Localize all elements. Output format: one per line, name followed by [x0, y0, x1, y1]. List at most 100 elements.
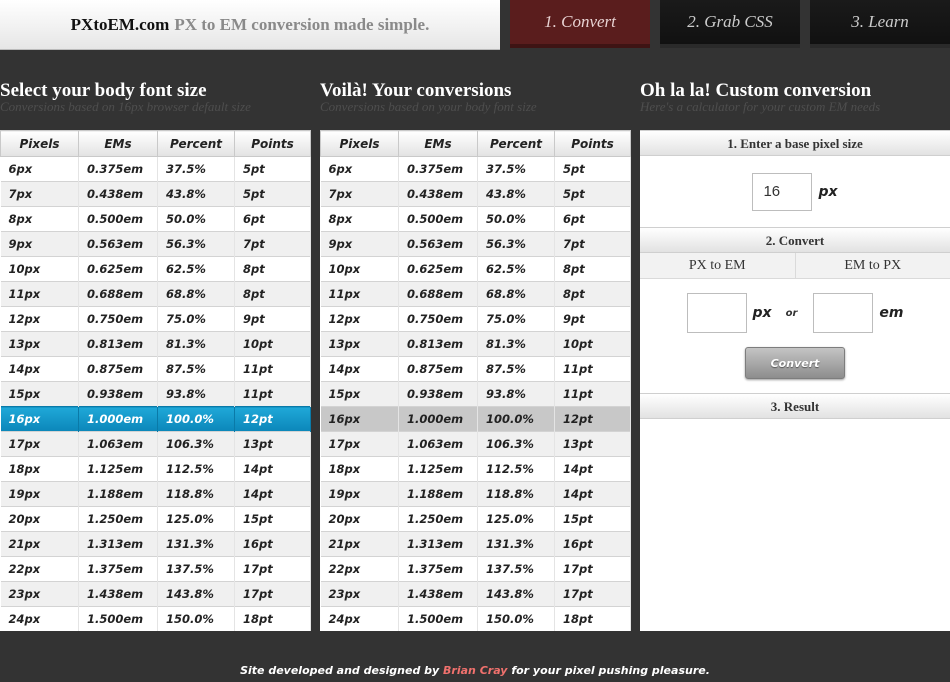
table-row[interactable]: 17px 1.063em 106.3% 13pt: [0, 431, 311, 457]
table-cell: 131.3%: [477, 531, 555, 557]
table-cell: 15pt: [234, 506, 311, 532]
table-cell: 7pt: [554, 231, 631, 257]
table-cell: 0.375em: [78, 156, 158, 182]
table-row[interactable]: 21px 1.313em 131.3% 16pt: [0, 531, 311, 557]
table-cell: 118.8%: [477, 481, 555, 507]
table-row[interactable]: 15px 0.938em 93.8% 11pt: [0, 381, 311, 407]
table-row[interactable]: 13px 0.813em 81.3% 10pt: [320, 331, 631, 357]
table-cell: 5pt: [234, 181, 311, 207]
table-row[interactable]: 19px 1.188em 118.8% 14pt: [320, 481, 631, 507]
table-row[interactable]: 24px 1.500em 150.0% 18pt: [0, 606, 311, 631]
table-cell: 1.063em: [398, 431, 478, 457]
table-cell: 1.438em: [398, 581, 478, 607]
table-row[interactable]: 7px 0.438em 43.8% 5pt: [320, 181, 631, 207]
table-cell: 9px: [0, 231, 79, 257]
table-row[interactable]: 11px 0.688em 68.8% 8pt: [320, 281, 631, 307]
column-header: EMs: [398, 130, 478, 157]
custom-conversion-panel: 1. Enter a base pixel size px 2. Convert…: [640, 130, 950, 631]
table-cell: 12pt: [554, 406, 631, 432]
table-cell: 100.0%: [477, 406, 555, 432]
table-cell: 112.5%: [477, 456, 555, 482]
table-row[interactable]: 18px 1.125em 112.5% 14pt: [320, 456, 631, 482]
table-row[interactable]: 6px 0.375em 37.5% 5pt: [0, 156, 311, 182]
site-name[interactable]: PXtoEM.com: [71, 15, 170, 35]
table-row[interactable]: 8px 0.500em 50.0% 6pt: [320, 206, 631, 232]
table-row[interactable]: 24px 1.500em 150.0% 18pt: [320, 606, 631, 631]
table-row[interactable]: 17px 1.063em 106.3% 13pt: [320, 431, 631, 457]
table-row[interactable]: 19px 1.188em 118.8% 14pt: [0, 481, 311, 507]
table-cell: 24px: [0, 606, 79, 631]
table-cell: 143.8%: [157, 581, 235, 607]
table-cell: 62.5%: [477, 256, 555, 282]
table-row[interactable]: 10px 0.625em 62.5% 8pt: [320, 256, 631, 282]
table-cell: 17px: [320, 431, 399, 457]
table-row[interactable]: 20px 1.250em 125.0% 15pt: [0, 506, 311, 532]
table-cell: 87.5%: [157, 356, 235, 382]
table-cell: 37.5%: [157, 156, 235, 182]
px-value-input[interactable]: [686, 293, 747, 333]
table-cell: 14px: [320, 356, 399, 382]
table-cell: 18pt: [554, 606, 631, 631]
table-cell: 0.563em: [398, 231, 478, 257]
table-row[interactable]: 22px 1.375em 137.5% 17pt: [320, 556, 631, 582]
table-row[interactable]: 14px 0.875em 87.5% 11pt: [0, 356, 311, 382]
table-row[interactable]: 21px 1.313em 131.3% 16pt: [320, 531, 631, 557]
table-row[interactable]: 11px 0.688em 68.8% 8pt: [0, 281, 311, 307]
base-size-row: px: [640, 156, 950, 227]
table-cell: 75.0%: [157, 306, 235, 332]
table-cell: 0.375em: [398, 156, 478, 182]
table-row[interactable]: 9px 0.563em 56.3% 7pt: [0, 231, 311, 257]
table-cell: 20px: [320, 506, 399, 532]
table-cell: 19px: [0, 481, 79, 507]
body-size-table: Pixels EMs Percent Points 6px 0.375em 37.5% 5p…: [0, 130, 311, 631]
table-row[interactable]: 6px 0.375em 37.5% 5pt: [320, 156, 631, 182]
table-cell: 11pt: [554, 356, 631, 382]
table-row[interactable]: 9px 0.563em 56.3% 7pt: [320, 231, 631, 257]
table-cell: 150.0%: [477, 606, 555, 631]
table-row[interactable]: 7px 0.438em 43.8% 5pt: [0, 181, 311, 207]
table-cell: 18px: [0, 456, 79, 482]
table-row[interactable]: 14px 0.875em 87.5% 11pt: [320, 356, 631, 382]
table-row[interactable]: 12px 0.750em 75.0% 9pt: [0, 306, 311, 332]
custom-heading: Oh la la! Custom conversion Here's a cal…: [640, 80, 880, 114]
convert-button[interactable]: Convert: [745, 347, 845, 379]
table-row[interactable]: 16px 1.000em 100.0% 12pt: [0, 406, 311, 432]
tab-learn[interactable]: 3. Learn: [810, 0, 950, 48]
table-cell: 1.125em: [78, 456, 158, 482]
table-cell: 23px: [0, 581, 79, 607]
table-row[interactable]: 16px 1.000em 100.0% 12pt: [320, 406, 631, 432]
table-cell: 16pt: [234, 531, 311, 557]
table-row[interactable]: 20px 1.250em 125.0% 15pt: [320, 506, 631, 532]
table-cell: 0.875em: [78, 356, 158, 382]
table-row[interactable]: 23px 1.438em 143.8% 17pt: [320, 581, 631, 607]
table-cell: 68.8%: [477, 281, 555, 307]
footer: Site developed and designed by Brian Cra…: [0, 664, 950, 677]
table-cell: 1.313em: [78, 531, 158, 557]
base-pixel-input[interactable]: [752, 172, 813, 211]
table-cell: 5pt: [554, 156, 631, 182]
table-cell: 0.938em: [398, 381, 478, 407]
table-cell: 0.875em: [398, 356, 478, 382]
tab-grab-css[interactable]: 2. Grab CSS: [660, 0, 800, 48]
table-cell: 18px: [320, 456, 399, 482]
table-cell: 93.8%: [157, 381, 235, 407]
column-header: Points: [234, 130, 311, 157]
conversions-table: Pixels EMs Percent Points 6px 0.375em 37.5% 5p…: [320, 130, 631, 631]
table-cell: 7pt: [234, 231, 311, 257]
author-link[interactable]: Brian Cray: [443, 664, 507, 677]
em-value-input[interactable]: [813, 293, 874, 333]
table-row[interactable]: 18px 1.125em 112.5% 14pt: [0, 456, 311, 482]
table-row[interactable]: 23px 1.438em 143.8% 17pt: [0, 581, 311, 607]
table-row[interactable]: 8px 0.500em 50.0% 6pt: [0, 206, 311, 232]
custom-subtitle: Here's a calculator for your custom EM n…: [640, 99, 881, 114]
table-row[interactable]: 12px 0.750em 75.0% 9pt: [320, 306, 631, 332]
table-row[interactable]: 22px 1.375em 137.5% 17pt: [0, 556, 311, 582]
table-row[interactable]: 10px 0.625em 62.5% 8pt: [0, 256, 311, 282]
tab-convert[interactable]: 1. Convert: [510, 0, 650, 48]
table-cell: 10px: [320, 256, 399, 282]
table-cell: 13pt: [554, 431, 631, 457]
table-row[interactable]: 15px 0.938em 93.8% 11pt: [320, 381, 631, 407]
table-cell: 93.8%: [477, 381, 555, 407]
convert-inputs-row: px or em: [640, 279, 950, 347]
table-row[interactable]: 13px 0.813em 81.3% 10pt: [0, 331, 311, 357]
